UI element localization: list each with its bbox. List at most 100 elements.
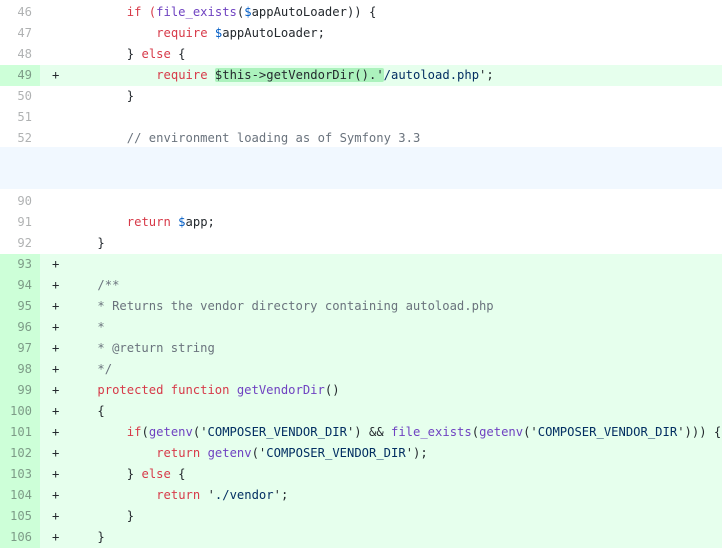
code-token: (': [523, 425, 538, 439]
code-token: return: [156, 446, 208, 460]
diff-line-context: 90: [0, 191, 722, 212]
diff-marker: +: [52, 509, 60, 523]
code-token: ') &&: [346, 425, 391, 439]
code-content: return './vendor';: [156, 485, 288, 506]
code-content: require $this->getVendorDir().'/autoload…: [156, 65, 494, 86]
diff-line-context: 91 return $app;: [0, 212, 722, 233]
diff-line-added: 97 + * @return string: [0, 338, 722, 359]
code-content: return getenv('COMPOSER_VENDOR_DIR');: [156, 443, 428, 464]
code-token: ./vendor: [214, 488, 274, 502]
code-token: /**: [97, 278, 120, 292]
code-token: appAutoLoader;: [222, 26, 325, 40]
code-token: protected function: [97, 383, 237, 397]
code-content: {: [97, 401, 104, 422]
diff-line-context: 48} else {: [0, 44, 722, 65]
code-token: /autoload.php: [383, 68, 480, 82]
diff-line-context: 52 // environment loading as of Symfony 3…: [0, 128, 722, 149]
code-content: }: [127, 86, 134, 107]
diff-marker: [52, 44, 64, 65]
code-token: * Returns the vendor directory containin…: [97, 299, 494, 313]
line-number[interactable]: 98: [0, 359, 40, 380]
diff-marker: +: [52, 488, 60, 502]
line-number[interactable]: 48: [0, 44, 40, 65]
code-token: COMPOSER_VENDOR_DIR: [207, 425, 347, 439]
diff-marker: +: [52, 467, 60, 481]
code-token: appAutoLoader)) {: [251, 5, 377, 19]
diff-line-added: 93 +: [0, 254, 722, 275]
line-number[interactable]: 46: [0, 2, 40, 23]
diff-marker: +: [52, 530, 60, 544]
code-token: *: [97, 320, 105, 334]
line-number[interactable]: 105: [0, 506, 40, 527]
code-token: else: [141, 467, 171, 481]
code-token: (: [141, 425, 149, 439]
line-number[interactable]: 104: [0, 485, 40, 506]
line-number[interactable]: 91: [0, 212, 40, 233]
code-token: file_exists: [156, 5, 237, 19]
diff-line-added: 106 +}: [0, 527, 722, 548]
code-token: if: [126, 425, 142, 439]
diff-line-added: 103 +} else {: [0, 464, 722, 485]
line-number[interactable]: 93: [0, 254, 40, 275]
code-token: {: [170, 467, 186, 481]
code-content: * @return string: [97, 338, 214, 359]
hunk-expander[interactable]: [0, 147, 722, 189]
line-number[interactable]: 103: [0, 464, 40, 485]
code-token: }: [126, 47, 142, 61]
line-number[interactable]: 49: [0, 65, 40, 86]
diff-marker: +: [52, 257, 60, 271]
code-token: else: [141, 47, 171, 61]
code-content: }: [97, 233, 104, 254]
diff-marker: [52, 191, 64, 212]
line-number[interactable]: 97: [0, 338, 40, 359]
line-number[interactable]: 96: [0, 317, 40, 338]
line-number[interactable]: 100: [0, 401, 40, 422]
diff-marker: +: [52, 404, 60, 418]
code-content: require $appAutoLoader;: [156, 23, 325, 44]
code-token: }: [126, 509, 135, 523]
line-number[interactable]: 50: [0, 86, 40, 107]
diff-line-added: 105 +}: [0, 506, 722, 527]
code-token: }: [97, 236, 105, 250]
code-token: {: [97, 404, 105, 418]
diff-marker: [52, 107, 64, 128]
code-content: * Returns the vendor directory containin…: [97, 296, 493, 317]
diff-line-context: 46 if (file_exists($appAutoLoader)) {: [0, 2, 722, 23]
code-content: }: [97, 527, 104, 548]
line-number[interactable]: 52: [0, 128, 40, 149]
line-number[interactable]: 95: [0, 296, 40, 317]
code-token: $: [178, 215, 186, 229]
code-token: return: [156, 488, 208, 502]
diff-marker: [52, 2, 64, 23]
line-number[interactable]: 106: [0, 527, 40, 548]
line-number[interactable]: 92: [0, 233, 40, 254]
line-number[interactable]: 51: [0, 107, 40, 128]
code-token: '))) {: [677, 425, 722, 439]
line-number[interactable]: 102: [0, 443, 40, 464]
code-content: return $app;: [127, 212, 215, 233]
diff-line-added: 102 + return getenv('COMPOSER_VENDOR_DIR')…: [0, 443, 722, 464]
code-token: getenv: [207, 446, 252, 460]
line-number[interactable]: 90: [0, 191, 40, 212]
code-content: */: [97, 359, 112, 380]
diff-marker: [52, 128, 64, 149]
line-number[interactable]: 94: [0, 275, 40, 296]
code-content: /**: [97, 275, 119, 296]
diff-line-added: 104 + return './vendor';: [0, 485, 722, 506]
code-token: $this->getVendorDir().': [214, 68, 384, 82]
diff-line-added: 96 + *: [0, 317, 722, 338]
diff-marker: +: [52, 299, 60, 313]
code-token: {: [170, 47, 186, 61]
code-token: $: [244, 5, 252, 19]
diff-marker: [52, 23, 64, 44]
code-token: }: [97, 530, 105, 544]
diff-line-added: 101 + if(getenv('COMPOSER_VENDOR_DIR') && …: [0, 422, 722, 443]
line-number[interactable]: 101: [0, 422, 40, 443]
code-token: require: [156, 68, 215, 82]
diff-marker: +: [52, 362, 60, 376]
diff-marker: +: [52, 341, 60, 355]
line-number[interactable]: 99: [0, 380, 40, 401]
line-number[interactable]: 47: [0, 23, 40, 44]
code-token: (: [471, 425, 480, 439]
diff-line-added: 94 + /**: [0, 275, 722, 296]
